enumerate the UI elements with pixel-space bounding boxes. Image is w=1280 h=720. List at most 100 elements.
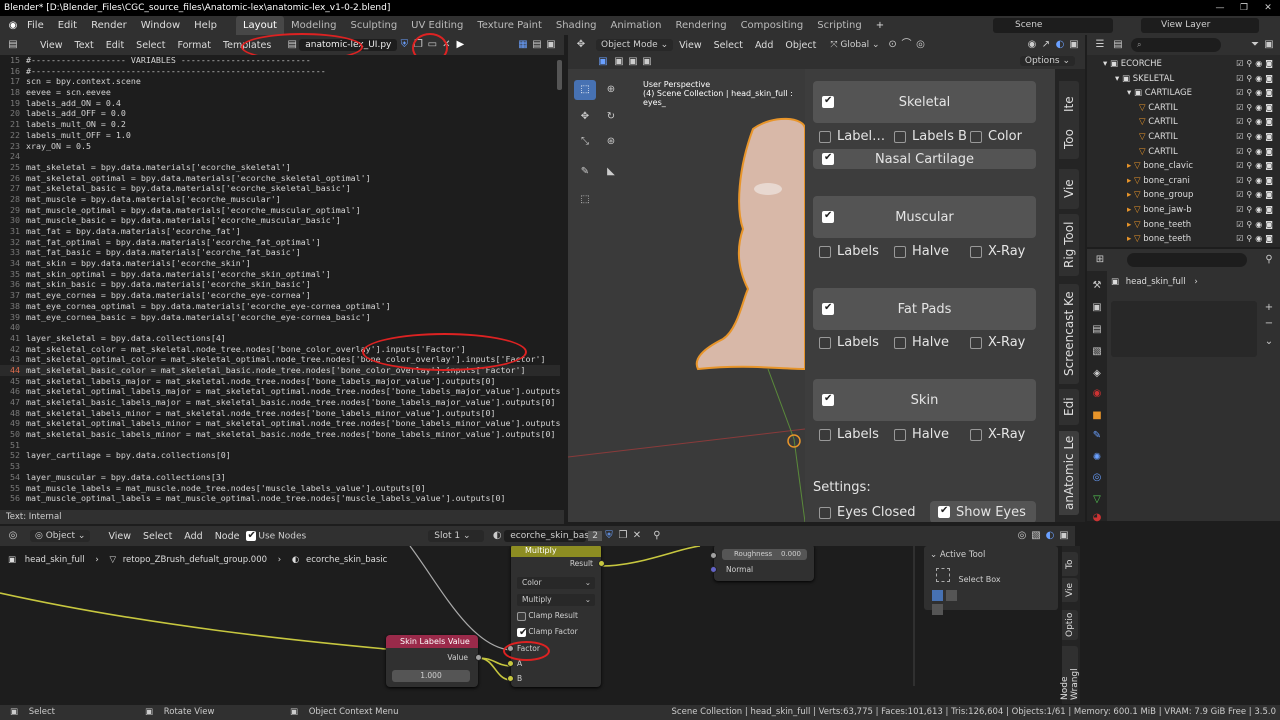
node-menu-view[interactable]: View <box>102 531 137 542</box>
physics-props-icon[interactable]: ◎ <box>1090 471 1104 485</box>
node-menu-node[interactable]: Node <box>209 531 246 542</box>
code-line[interactable]: 53 <box>0 461 560 472</box>
material-unlink-icon[interactable]: ✕ <box>630 529 644 543</box>
material-props-icon[interactable]: ◕ <box>1090 511 1104 525</box>
rotate-tool-icon[interactable]: ↻ <box>600 107 622 127</box>
muscular-labels-checkbox[interactable] <box>819 245 831 258</box>
code-line[interactable]: 22 labels_mult_OFF = 1.0 <box>0 130 560 141</box>
code-line[interactable]: 35 mat_skin_optimal = bpy.data.materials[… <box>0 269 560 280</box>
menu-render[interactable]: Render <box>84 20 134 31</box>
clamp-factor-checkbox[interactable] <box>517 627 527 638</box>
particles-props-icon[interactable]: ✺ <box>1090 451 1104 465</box>
tab-animation[interactable]: Animation <box>604 16 669 35</box>
new-collection-icon[interactable]: ▣ <box>1262 38 1276 52</box>
node-menu-select[interactable]: Select <box>137 531 178 542</box>
value-node-title[interactable]: Skin Labels Value <box>386 635 478 648</box>
tab-sculpting[interactable]: Sculpting <box>343 16 404 35</box>
node-view-icon[interactable]: ▣ <box>1057 529 1071 543</box>
scene-props-icon[interactable]: ◈ <box>1090 367 1104 381</box>
tab-compositing[interactable]: Compositing <box>734 16 811 35</box>
code-line[interactable]: 21 labels_mult_ON = 0.2 <box>0 119 560 130</box>
slot-selector[interactable]: Slot 1 ⌄ <box>428 530 485 542</box>
visibility-icon[interactable]: ◉ <box>1025 38 1039 52</box>
outliner-search[interactable]: ⌕ <box>1131 38 1221 52</box>
viewport-canvas[interactable]: User Perspective (4) Scene Collection | … <box>568 69 805 522</box>
material-name-field[interactable]: ecorche_skin_basic <box>504 530 596 542</box>
fat-xray[interactable]: X-Ray <box>970 335 1025 350</box>
text-menu-format[interactable]: Format <box>171 40 216 51</box>
viewport-menu-view[interactable]: View <box>673 40 708 51</box>
multiply-blend-dropdown[interactable]: Multiply ⌄ <box>517 594 595 606</box>
viewport-editor-icon[interactable]: ✥ <box>574 38 588 52</box>
select-mode2-icon[interactable]: ▣ <box>612 55 626 69</box>
filter-icon[interactable]: ⏷ <box>1248 38 1262 52</box>
code-line[interactable]: 23 xray_ON = 0.5 <box>0 141 560 152</box>
eyes-closed[interactable]: Eyes Closed <box>819 505 915 520</box>
viewport-options[interactable]: Options ⌄ <box>1019 56 1075 66</box>
code-line[interactable]: 19 labels_add_ON = 0.4 <box>0 98 560 109</box>
outliner-item[interactable]: ▸ ▽ bone_crani ☑⚲◉◙ <box>1087 174 1276 189</box>
viewport-menu-object[interactable]: Object <box>779 40 822 51</box>
material-copy-icon[interactable]: ❐ <box>616 529 630 543</box>
code-line[interactable]: 16 #-------------------------------------… <box>0 66 560 77</box>
node-menu-add[interactable]: Add <box>178 531 208 542</box>
node-tab-tool[interactable]: To <box>1062 552 1078 576</box>
clamp-result-checkbox[interactable] <box>517 611 526 621</box>
code-line[interactable]: 27 mat_skeletal_basic = bpy.data.material… <box>0 183 560 194</box>
code-line[interactable]: 52 layer_cartilage = bpy.data.collections… <box>0 450 560 461</box>
node-overlay-icon[interactable]: ◐ <box>1043 529 1057 543</box>
visibility-toggles-icon[interactable]: ☑⚲◉◙ <box>1236 57 1276 72</box>
breadcrumb-material[interactable]: ecorche_skin_basic <box>306 555 387 565</box>
skeletal-toggle[interactable]: Skeletal <box>813 81 1036 123</box>
select-new-icon[interactable] <box>932 590 943 601</box>
code-line[interactable]: 48 mat_skeletal_labels_minor = mat_skelet… <box>0 408 560 419</box>
outliner-item[interactable]: ▾ ▣ ECORCHE ☑⚲◉◙ <box>1087 57 1276 72</box>
modifier-props-icon[interactable]: ✎ <box>1090 429 1104 443</box>
remove-slot-icon[interactable]: − <box>1262 317 1276 331</box>
skeletal-label-b[interactable]: Labels B <box>894 129 967 144</box>
code-line[interactable]: 50 mat_skeletal_basic_labels_minor = mat_… <box>0 429 560 440</box>
head-mesh[interactable] <box>695 117 805 371</box>
fat-labels-checkbox[interactable] <box>819 336 831 349</box>
material-fake-user-icon[interactable]: ⛨ <box>602 529 616 543</box>
viewport-menu-add[interactable]: Add <box>749 40 779 51</box>
code-line[interactable]: 20 labels_add_OFF = 0.0 <box>0 108 560 119</box>
code-line[interactable]: 32 mat_fat_optimal = bpy.data.materials['… <box>0 237 560 248</box>
code-scrollbar[interactable] <box>557 60 562 90</box>
skin-checkbox[interactable] <box>822 393 834 406</box>
code-line[interactable]: 39 mat_eye_cornea_basic = bpy.data.materi… <box>0 312 560 323</box>
tab-texture-paint[interactable]: Texture Paint <box>470 16 549 35</box>
select-mode-icon[interactable]: ▣ <box>596 55 610 69</box>
code-line[interactable]: 28 mat_muscle = bpy.data.materials['ecorc… <box>0 194 560 205</box>
tab-shading[interactable]: Shading <box>549 16 604 35</box>
snap-icon[interactable]: ⌒ <box>900 38 914 52</box>
outliner-item[interactable]: ▾ ▣ SKELETAL ☑⚲◉◙ <box>1087 72 1276 87</box>
fat-halve[interactable]: Halve <box>894 335 949 350</box>
menu-file[interactable]: File <box>20 20 51 31</box>
visibility-toggles-icon[interactable]: ☑⚲◉◙ <box>1236 203 1276 218</box>
code-area[interactable]: 15 #------------------- VARIABLES -------… <box>0 55 560 510</box>
view-layer-selector[interactable]: View Layer <box>1141 18 1259 33</box>
show-eyes-toggle[interactable]: Show Eyes <box>930 501 1036 522</box>
nasal-cartilage-toggle[interactable]: Nasal Cartilage <box>813 149 1036 169</box>
run-script-icon[interactable]: ▶ <box>453 38 467 52</box>
skeletal-checkbox[interactable] <box>822 95 834 108</box>
node-canvas[interactable]: ▣ head_skin_full › ▽ retopo_ZBrush_defua… <box>0 546 1062 704</box>
skeletal-label-a[interactable]: Label… <box>819 129 885 144</box>
blender-logo-icon[interactable]: ◉ <box>6 19 20 33</box>
code-line[interactable]: 47 mat_skeletal_basic_labels_major = mat_… <box>0 397 560 408</box>
add-workspace-icon[interactable]: + <box>869 20 891 31</box>
render-props-icon[interactable]: ▣ <box>1090 301 1104 315</box>
outliner-item[interactable]: ▸ ▽ bone_group ☑⚲◉◙ <box>1087 188 1276 203</box>
tab-anatomic-lex[interactable]: anAtomic Le <box>1059 431 1079 515</box>
bsdf-node[interactable]: Roughness 0.000 Normal <box>710 546 814 581</box>
multiply-node-title[interactable]: Multiply <box>511 546 601 557</box>
fat-halve-checkbox[interactable] <box>894 336 906 349</box>
view-layer-props-icon[interactable]: ▧ <box>1090 345 1104 359</box>
muscular-xray-checkbox[interactable] <box>970 245 982 258</box>
code-line[interactable]: 26 mat_skeletal_optimal = bpy.data.materi… <box>0 173 560 184</box>
visibility-toggles-icon[interactable]: ☑⚲◉◙ <box>1236 218 1276 233</box>
material-slot-list[interactable] <box>1111 301 1257 357</box>
node-tab-node-wrangler[interactable]: Node Wrangl <box>1060 646 1080 700</box>
outliner-editor-icon[interactable]: ☰ <box>1093 38 1107 52</box>
